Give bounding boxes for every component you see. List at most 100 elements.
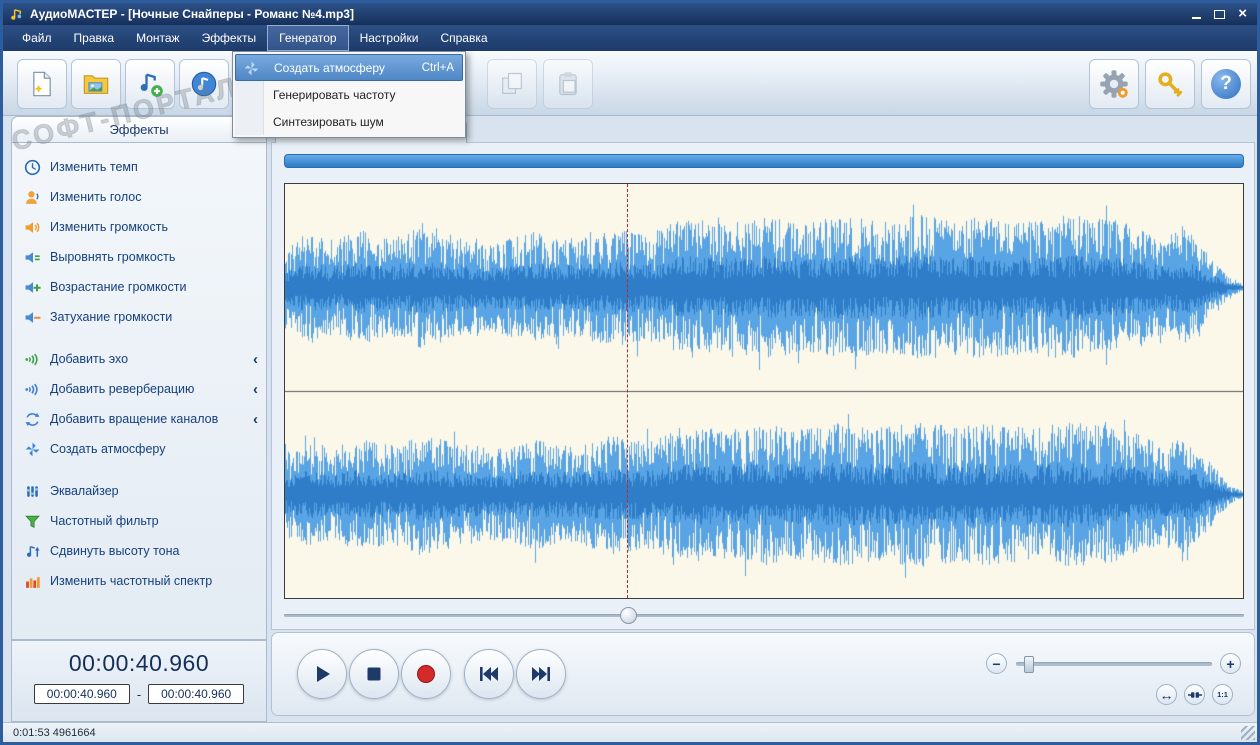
help-icon: ? bbox=[1211, 69, 1241, 99]
effect-add-reverb[interactable]: Добавить реверберацию ‹ bbox=[12, 374, 266, 404]
app-window: АудиоМАСТЕР - [Ночные Снайперы - Романс … bbox=[0, 0, 1260, 745]
effects-tab[interactable]: Эффекты bbox=[11, 116, 267, 142]
new-file-button[interactable] bbox=[17, 59, 67, 109]
forward-button[interactable] bbox=[516, 649, 566, 699]
rewind-button[interactable] bbox=[464, 649, 514, 699]
copy-icon bbox=[502, 72, 522, 94]
chevron-left-icon[interactable]: ‹ bbox=[253, 352, 258, 367]
volume-icon bbox=[25, 221, 40, 233]
selection-end-field[interactable] bbox=[148, 684, 245, 704]
menu-item-label: Генерировать частоту bbox=[273, 87, 396, 102]
time-display: 00:00:40.960 bbox=[68, 650, 210, 676]
atmosphere-icon bbox=[25, 442, 40, 456]
menu-edit[interactable]: Правка bbox=[63, 25, 126, 51]
effect-equalizer[interactable]: Эквалайзер bbox=[12, 476, 266, 506]
effect-create-atmosphere[interactable]: Создать атмосферу bbox=[12, 434, 266, 464]
toolbar: ? bbox=[3, 51, 1257, 116]
effect-change-tempo[interactable]: Изменить темп bbox=[12, 152, 266, 182]
seek-track[interactable] bbox=[284, 614, 1244, 617]
zoom-out-button[interactable]: − bbox=[986, 653, 1007, 674]
effect-frequency-filter[interactable]: Частотный фильтр bbox=[12, 506, 266, 536]
gear-icon bbox=[1100, 70, 1128, 98]
seek-thumb[interactable] bbox=[620, 607, 637, 624]
effect-change-spectrum[interactable]: Изменить частотный спектр bbox=[12, 566, 266, 596]
effect-label: Добавить вращение каналов bbox=[50, 412, 219, 426]
status-text: 0:01:53 4961664 bbox=[13, 726, 96, 739]
record-file-button[interactable] bbox=[179, 59, 229, 109]
effect-change-voice[interactable]: Изменить голос bbox=[12, 182, 266, 212]
open-file-button[interactable] bbox=[71, 59, 121, 109]
title-bar: АудиоМАСТЕР - [Ночные Снайперы - Романс … bbox=[3, 3, 1257, 25]
menu-file[interactable]: Файл bbox=[11, 25, 63, 51]
effect-change-volume[interactable]: Изменить громкость bbox=[12, 212, 266, 242]
generator-dropdown: Создать атмосферу Ctrl+A Генерировать ча… bbox=[232, 51, 466, 138]
menu-bar: Файл Правка Монтаж Эффекты Генератор Нас… bbox=[3, 25, 1257, 51]
transport-panel: − + ↔ 1:1 bbox=[271, 632, 1255, 716]
new-file-icon bbox=[33, 71, 51, 97]
record-button[interactable] bbox=[401, 649, 451, 699]
add-audio-button[interactable] bbox=[125, 59, 175, 109]
effect-label: Изменить частотный спектр bbox=[50, 574, 213, 588]
effect-add-channel-rotation[interactable]: Добавить вращение каналов ‹ bbox=[12, 404, 266, 434]
help-button[interactable]: ? bbox=[1201, 59, 1251, 109]
menu-generator[interactable]: Генератор bbox=[267, 25, 349, 51]
selection-start-field[interactable] bbox=[33, 684, 130, 704]
resize-grip[interactable] bbox=[1241, 726, 1255, 740]
actual-scale-button[interactable]: 1:1 bbox=[1212, 684, 1233, 705]
settings-button[interactable] bbox=[1089, 59, 1139, 109]
copy-button[interactable] bbox=[487, 59, 537, 109]
menu-item-synthesize-noise[interactable]: Синтезировать шум bbox=[235, 108, 463, 135]
effect-add-echo[interactable]: Добавить эхо ‹ bbox=[12, 344, 266, 374]
waveform-view[interactable] bbox=[284, 183, 1244, 599]
atmosphere-icon bbox=[244, 61, 259, 76]
rewind-icon bbox=[480, 667, 498, 681]
menu-item-generate-frequency[interactable]: Генерировать частоту bbox=[235, 81, 463, 108]
stop-icon bbox=[367, 667, 381, 681]
zoom-in-button[interactable]: + bbox=[1220, 653, 1241, 674]
divider bbox=[12, 464, 266, 476]
menu-montage[interactable]: Монтаж bbox=[125, 25, 191, 51]
paste-button[interactable] bbox=[543, 59, 593, 109]
chevron-left-icon[interactable]: ‹ bbox=[253, 382, 258, 397]
connector-icon bbox=[1187, 691, 1202, 698]
menu-settings[interactable]: Настройки bbox=[349, 25, 430, 51]
effect-label: Изменить темп bbox=[50, 160, 138, 174]
window-title: АудиоМАСТЕР - [Ночные Снайперы - Романс … bbox=[30, 7, 354, 21]
maximize-button[interactable] bbox=[1214, 9, 1226, 19]
effect-label: Выровнять громкость bbox=[50, 250, 176, 264]
effect-label: Изменить громкость bbox=[50, 220, 168, 234]
effect-label: Создать атмосферу bbox=[50, 442, 166, 456]
key-button[interactable] bbox=[1145, 59, 1195, 109]
effect-label: Добавить реверберацию bbox=[50, 382, 195, 396]
fade-in-icon bbox=[25, 281, 41, 293]
fit-to-window-button[interactable]: ↔ bbox=[1156, 684, 1177, 705]
effect-label: Частотный фильтр bbox=[50, 514, 159, 528]
minimize-button[interactable] bbox=[1192, 9, 1202, 19]
close-button[interactable]: × bbox=[1238, 6, 1247, 21]
effect-label: Возрастание громкости bbox=[50, 280, 187, 294]
fit-selection-button[interactable] bbox=[1184, 684, 1205, 705]
app-icon bbox=[11, 8, 22, 20]
effect-fade-out[interactable]: Затухание громкости bbox=[12, 302, 266, 332]
reverb-icon bbox=[25, 383, 38, 395]
seek-slider[interactable] bbox=[284, 605, 1244, 625]
zoom-slider-thumb[interactable] bbox=[1024, 656, 1034, 673]
voice-icon bbox=[25, 190, 39, 204]
menu-help[interactable]: Справка bbox=[429, 25, 498, 51]
waveform-canvas[interactable] bbox=[285, 184, 1243, 598]
effect-fade-in[interactable]: Возрастание громкости bbox=[12, 272, 266, 302]
play-button[interactable] bbox=[297, 649, 347, 699]
record-audio-icon bbox=[191, 71, 217, 97]
overview-bar[interactable] bbox=[284, 154, 1244, 168]
effect-pitch-shift[interactable]: Сдвинуть высоту тона bbox=[12, 536, 266, 566]
effect-normalize-volume[interactable]: Выровнять громкость bbox=[12, 242, 266, 272]
menu-effects[interactable]: Эффекты bbox=[191, 25, 268, 51]
stop-button[interactable] bbox=[349, 649, 399, 699]
time-range-separator: - bbox=[136, 686, 142, 702]
zoom-slider-track[interactable] bbox=[1016, 662, 1212, 666]
playhead-cursor bbox=[627, 184, 628, 598]
add-audio-icon bbox=[140, 73, 163, 97]
menu-item-create-atmosphere[interactable]: Создать атмосферу Ctrl+A bbox=[235, 54, 463, 81]
effects-panel: Изменить темп Изменить голос Изменить гр… bbox=[11, 142, 267, 640]
chevron-left-icon[interactable]: ‹ bbox=[253, 412, 258, 427]
